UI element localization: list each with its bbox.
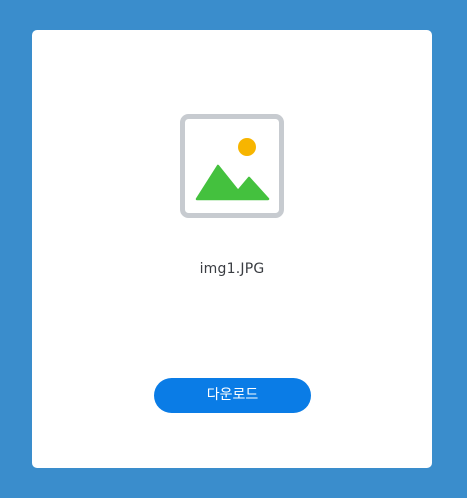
- image-frame-icon: [180, 114, 284, 218]
- sun-icon: [238, 138, 256, 156]
- download-button[interactable]: 다운로드: [154, 378, 311, 413]
- file-name: img1.JPG: [199, 261, 265, 277]
- image-file-icon: [180, 114, 284, 218]
- file-download-card: img1.JPG 다운로드: [32, 30, 432, 468]
